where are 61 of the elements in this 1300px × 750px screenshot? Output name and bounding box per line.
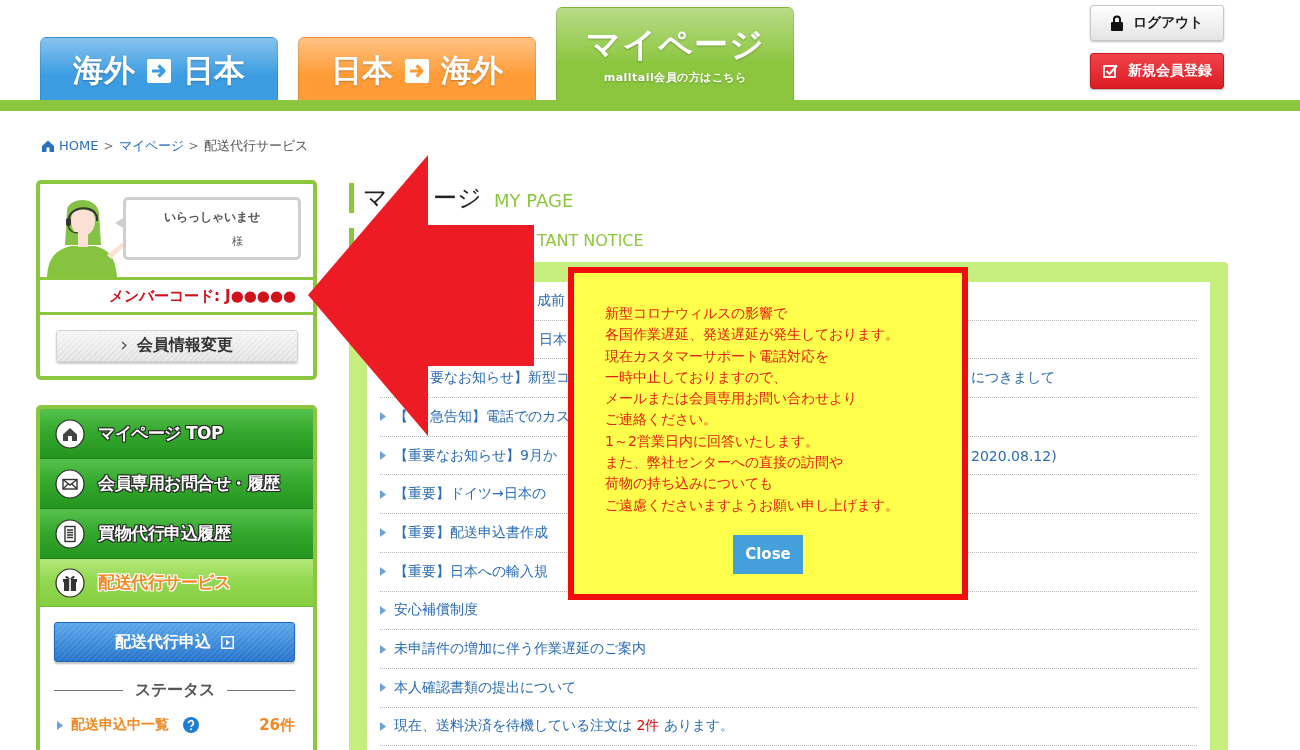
section-subtitle: TANT NOTICE — [537, 231, 644, 250]
status-heading: ステータス — [134, 679, 215, 701]
popup-message-line: ご遠慮くださいますようお願い申し上げます。 — [605, 495, 899, 515]
popup-message-line: メールまたは会員専用お問い合わせより — [605, 389, 857, 409]
register-button[interactable]: 新規会員登録 — [1090, 53, 1224, 89]
home-icon — [55, 418, 85, 449]
notice-link[interactable]: 現在、送料決済を待機している注文は 2件 あります。 — [394, 717, 734, 736]
notice-link[interactable]: 急告知】電話でのカス — [430, 407, 570, 426]
document-icon — [55, 518, 85, 549]
notice-link[interactable]: 2020.08.12) — [971, 447, 1057, 464]
notice-link[interactable]: 【重要】配送申込書作成 — [394, 523, 548, 542]
arrow-box-icon — [221, 635, 234, 649]
checkbox-icon — [1102, 63, 1118, 79]
home-icon — [42, 139, 54, 152]
logout-button[interactable]: ログアウト — [1090, 5, 1224, 41]
nav-item[interactable]: マイページ TOP — [40, 409, 313, 459]
popup-message-line: また、弊社センターへの直接の訪問や — [605, 453, 843, 473]
notice-link[interactable]: につきまして — [971, 369, 1055, 388]
popup-message-line: 現在カスタマーサポート電話対応を — [605, 346, 829, 366]
breadcrumb-separator: > — [188, 138, 199, 153]
shipping-request-button[interactable]: 配送代行申込 — [54, 622, 295, 662]
popup-message-line: 一時中止しておりますので、 — [605, 367, 787, 387]
nav-item[interactable]: 買物代行申込履歴 — [40, 509, 313, 559]
notice-link[interactable]: 【 — [394, 407, 408, 426]
arrow-box-icon — [405, 59, 429, 83]
breadcrumb-separator: > — [103, 138, 114, 153]
page-subtitle: MY PAGE — [494, 188, 574, 211]
heading-marker — [349, 183, 354, 213]
notice-link[interactable]: 成前 — [537, 291, 565, 310]
notice-link[interactable]: 本人確認書類の提出について — [394, 678, 576, 697]
notice-link[interactable]: 要なお知らせ】新型コ — [430, 369, 570, 388]
page-title: マ — [363, 183, 388, 214]
breadcrumb-link[interactable]: HOME — [59, 138, 99, 153]
caret-icon — [57, 720, 63, 730]
profile-edit-button[interactable]: 会員情報変更 — [55, 329, 298, 362]
popup-message-line: ご連絡ください。 — [605, 410, 717, 430]
count-text: 26件 — [259, 715, 295, 735]
notice-link[interactable]: 日本 — [539, 330, 567, 349]
arrow-box-icon — [147, 59, 171, 83]
help-icon[interactable] — [183, 717, 199, 733]
close-button[interactable]: Close — [733, 534, 803, 574]
member-code: メンバーコード: J●●●●● — [108, 286, 297, 306]
page-title: ージ — [433, 183, 482, 214]
chevron-icon — [120, 341, 127, 350]
gift-icon — [55, 567, 85, 598]
popup-message-line: 新型コロナウィルスの影響で — [605, 304, 787, 323]
breadcrumb-current: 配送代行サービス — [203, 136, 308, 155]
nav-item[interactable]: 会員専用お問合せ・履歴 — [40, 459, 313, 509]
honorific-text: 様 — [231, 233, 243, 249]
notice-link[interactable]: 安心補償制度 — [394, 601, 478, 620]
notice-link[interactable]: 【重要】日本への輸入規 — [394, 562, 548, 581]
lock-icon — [1111, 15, 1123, 31]
notice-link[interactable]: 【重要】ドイツ→日本の — [394, 485, 546, 504]
notice-link[interactable]: 【重要なお知らせ】9月か — [394, 446, 557, 465]
notice-link[interactable]: 未申請件の増加に伴う作業遅延のご案内 — [394, 640, 646, 659]
popup-message-line: 各国作業遅延、発送遅延が発生しております。 — [605, 325, 899, 345]
popup-message-line: 荷物の持ち込みについても — [605, 474, 773, 494]
mail-icon — [55, 468, 85, 499]
greeting-text: いらっしゃいませ — [164, 208, 260, 226]
breadcrumb-link[interactable]: マイページ — [118, 136, 184, 155]
popup-message-line: 1～2営業日内に回答いたします。 — [605, 431, 819, 451]
